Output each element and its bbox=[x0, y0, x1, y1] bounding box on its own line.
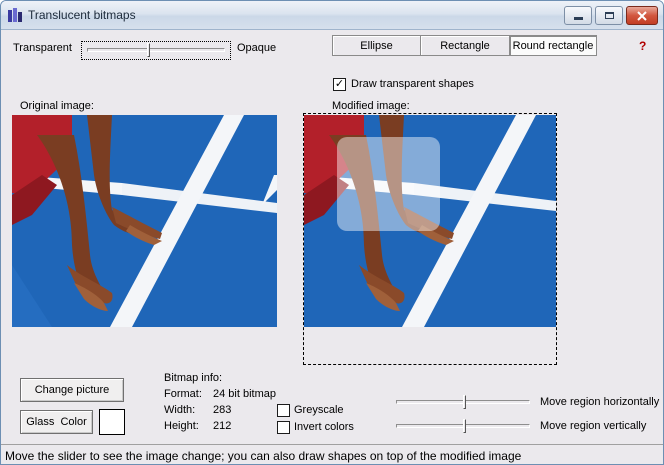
move-vertical-label: Move region vertically bbox=[540, 420, 647, 432]
minimize-icon bbox=[573, 17, 583, 20]
translucent-round-rectangle bbox=[337, 137, 440, 231]
format-value: 24 bit bitmap bbox=[213, 388, 276, 400]
width-label: Width: bbox=[164, 404, 196, 416]
tab-round-rectangle[interactable]: Round rectangle bbox=[509, 35, 597, 56]
width-value: 283 bbox=[213, 404, 232, 416]
close-icon bbox=[637, 10, 647, 21]
help-icon[interactable]: ? bbox=[639, 39, 646, 53]
status-bar: Move the slider to see the image change;… bbox=[1, 444, 663, 464]
invert-colors-label: Invert colors bbox=[294, 421, 354, 433]
draw-transparent-checkbox[interactable]: ✓ bbox=[333, 78, 346, 91]
glass-color-swatch[interactable] bbox=[99, 409, 125, 435]
height-label: Height: bbox=[164, 420, 199, 432]
greyscale-label: Greyscale bbox=[294, 404, 344, 416]
original-image bbox=[12, 115, 277, 327]
modified-image[interactable] bbox=[304, 115, 556, 327]
height-value: 212 bbox=[213, 420, 232, 432]
transparency-slider-track bbox=[87, 48, 225, 52]
transparent-label: Transparent bbox=[13, 42, 72, 54]
minimize-button[interactable] bbox=[564, 6, 592, 25]
change-picture-button[interactable]: Change picture bbox=[20, 378, 124, 402]
glass-color-button[interactable]: Glass Color bbox=[20, 410, 93, 434]
tab-rectangle[interactable]: Rectangle bbox=[420, 35, 510, 56]
app-window: Translucent bitmaps Transparent Opaque E… bbox=[0, 0, 664, 465]
checkmark-icon: ✓ bbox=[334, 78, 345, 90]
move-horizontal-thumb[interactable] bbox=[463, 395, 466, 409]
status-text: Move the slider to see the image change;… bbox=[5, 449, 522, 463]
app-icon bbox=[7, 7, 23, 23]
modified-image-label: Modified image: bbox=[332, 100, 410, 112]
close-button[interactable] bbox=[626, 6, 658, 25]
invert-colors-checkbox[interactable] bbox=[277, 421, 290, 434]
format-label: Format: bbox=[164, 388, 202, 400]
draw-transparent-label: Draw transparent shapes bbox=[351, 78, 474, 90]
title-bar[interactable]: Translucent bitmaps bbox=[1, 1, 663, 30]
greyscale-checkbox[interactable] bbox=[277, 404, 290, 417]
maximize-button[interactable] bbox=[595, 6, 623, 25]
opaque-label: Opaque bbox=[237, 42, 277, 54]
window-title: Translucent bitmaps bbox=[28, 8, 136, 22]
move-horizontal-label: Move region horizontally bbox=[540, 396, 660, 408]
transparency-slider[interactable] bbox=[81, 41, 231, 60]
transparency-slider-thumb[interactable] bbox=[147, 43, 151, 57]
maximize-icon bbox=[604, 12, 614, 19]
tab-ellipse[interactable]: Ellipse bbox=[332, 35, 421, 56]
client-area: Transparent Opaque Ellipse Rectangle Rou… bbox=[1, 31, 663, 464]
move-vertical-thumb[interactable] bbox=[463, 419, 466, 433]
bitmap-info-heading: Bitmap info: bbox=[164, 372, 223, 384]
original-image-label: Original image: bbox=[20, 100, 94, 112]
